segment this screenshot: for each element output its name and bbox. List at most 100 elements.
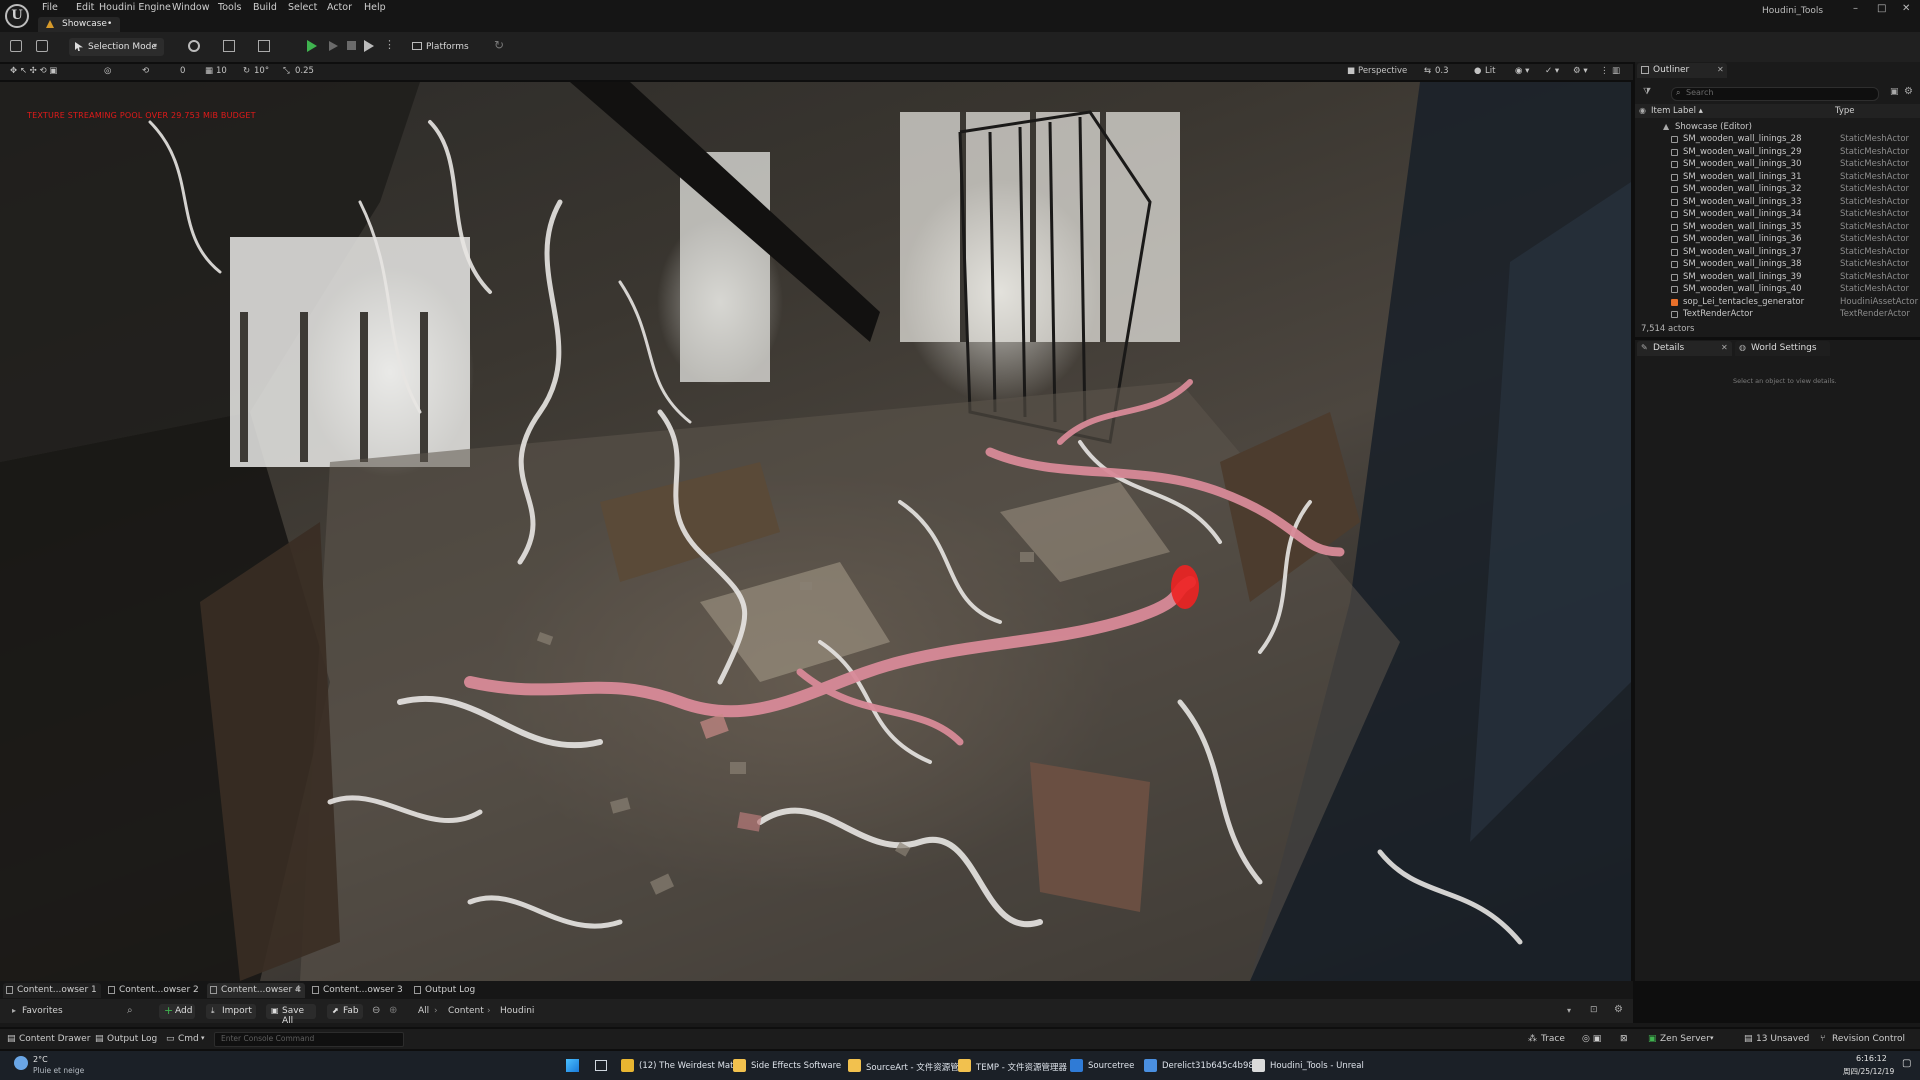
save-icon[interactable]	[10, 40, 22, 52]
taskbar-app-label[interactable]: TEMP - 文件资源管理器	[976, 1061, 1067, 1073]
zen-server-button[interactable]: Zen Server	[1660, 1034, 1710, 1044]
unsaved-button[interactable]: 13 Unsaved	[1756, 1034, 1809, 1044]
step-icon[interactable]	[329, 41, 338, 51]
taskbar-app-icon[interactable]	[733, 1059, 746, 1072]
menu-houdini-engine[interactable]: Houdini Engine	[99, 2, 171, 14]
add-folder-icon[interactable]: ▣	[1890, 87, 1899, 97]
add-actor-icon[interactable]	[188, 40, 200, 52]
realtime-icon[interactable]: ✓ ▾	[1545, 66, 1559, 76]
taskbar-app-icon[interactable]	[848, 1059, 861, 1072]
snap-rotation-value[interactable]: 0	[180, 66, 185, 76]
windows-start-icon[interactable]	[566, 1059, 579, 1072]
fab-button[interactable]: ⬈ Fab	[327, 1004, 363, 1019]
taskbar-app-icon[interactable]	[1144, 1059, 1157, 1072]
grid-snap-icon[interactable]: ▦	[205, 66, 213, 76]
menu-edit[interactable]: Edit	[76, 2, 94, 14]
content-browser-icon[interactable]	[36, 40, 48, 52]
gear-icon[interactable]: ⚙	[1614, 1004, 1623, 1015]
tab-output-log[interactable]: Output Log	[411, 983, 481, 998]
content-drawer-button[interactable]: Content Drawer	[19, 1034, 90, 1044]
output-log-button[interactable]: Output Log	[107, 1034, 157, 1044]
outliner-row[interactable]: SM_wooden_wall_linings_36 StaticMeshActor	[1635, 233, 1920, 246]
tab-content-browser-4[interactable]: Content...owser 4 ✕	[207, 983, 305, 998]
revision-control-button[interactable]: Revision Control	[1832, 1034, 1905, 1044]
transform-tools-icon[interactable]: ✥ ↖ ✣ ⟲ ▣	[10, 66, 57, 76]
outliner-row[interactable]: SM_wooden_wall_linings_32 StaticMeshActor	[1635, 183, 1920, 196]
outliner-search-input[interactable]: ⌕ Search	[1671, 87, 1879, 101]
grid-size-value[interactable]: 10	[216, 66, 227, 76]
play-icon[interactable]	[307, 40, 317, 52]
outliner-row[interactable]: SM_wooden_wall_linings_29 StaticMeshActor	[1635, 146, 1920, 159]
cinematics-icon[interactable]	[258, 40, 270, 52]
derived-data-icon[interactable]: ◎ ▣	[1582, 1034, 1601, 1044]
world-settings-tab[interactable]: ◍ World Settings	[1735, 341, 1830, 356]
snap-rotation-icon[interactable]: ⟲	[142, 66, 149, 76]
close-icon[interactable]: ✕	[1721, 343, 1728, 352]
taskbar-app-label[interactable]: Houdini_Tools - Unreal	[1270, 1061, 1364, 1071]
level-tab-showcase[interactable]: Showcase•	[38, 17, 120, 32]
maximize-button[interactable]: □	[1877, 3, 1886, 14]
taskbar-app-label[interactable]: SourceArt - 文件资源管	[866, 1061, 959, 1073]
outliner-row[interactable]: sop_Lei_tentacles_generator HoudiniAssetA…	[1635, 296, 1920, 309]
breadcrumb-content[interactable]: Content	[448, 1006, 484, 1016]
scale-snap-icon[interactable]: ⤡	[283, 66, 290, 76]
search-icon[interactable]: ⌕	[127, 1005, 133, 1016]
menu-file[interactable]: File	[42, 2, 58, 14]
menu-select[interactable]: Select	[288, 2, 317, 14]
source-control-status-icon[interactable]: ⊠	[1620, 1034, 1628, 1044]
eject-icon[interactable]	[364, 40, 374, 52]
cmd-dropdown[interactable]: Cmd	[178, 1034, 199, 1044]
outliner-row[interactable]: SM_wooden_wall_linings_37 StaticMeshActor	[1635, 246, 1920, 259]
outliner-row[interactable]: SM_wooden_wall_linings_34 StaticMeshActor	[1635, 208, 1920, 221]
outliner-row[interactable]: SM_wooden_wall_linings_30 StaticMeshActor	[1635, 158, 1920, 171]
taskbar-app-label[interactable]: Sourcetree	[1088, 1061, 1134, 1071]
stop-icon[interactable]	[347, 41, 356, 50]
menu-window[interactable]: Window	[172, 2, 209, 14]
selection-mode-dropdown[interactable]: Selection Mode ▾	[69, 38, 164, 56]
breadcrumb-houdini[interactable]: Houdini	[500, 1006, 534, 1016]
taskbar-app-label[interactable]: (12) The Weirdest Mate	[639, 1061, 739, 1071]
weather-icon[interactable]	[14, 1056, 28, 1070]
rotation-snap-icon[interactable]: ↻	[243, 66, 250, 76]
world-local-icon[interactable]: ◎	[104, 66, 111, 76]
play-options-icon[interactable]: ⋮	[384, 38, 395, 51]
taskbar-app-icon[interactable]	[1252, 1059, 1265, 1072]
menu-help[interactable]: Help	[364, 2, 386, 14]
taskbar-app-label[interactable]: Side Effects Software	[751, 1061, 841, 1071]
viewport-layout-icon[interactable]: ▥	[1612, 66, 1620, 76]
favorites-label[interactable]: Favorites	[22, 1006, 63, 1016]
outliner-row[interactable]: SM_wooden_wall_linings_38 StaticMeshActor	[1635, 258, 1920, 271]
lock-icon[interactable]: ⊡	[1590, 1005, 1598, 1015]
outliner-row[interactable]: SM_wooden_wall_linings_33 StaticMeshActor	[1635, 196, 1920, 209]
outliner-tab[interactable]: Outliner ✕	[1637, 63, 1727, 78]
visibility-icon[interactable]: ◉	[1639, 106, 1646, 115]
show-flags-icon[interactable]: ◉ ▾	[1515, 66, 1529, 76]
taskbar-app-icon[interactable]	[958, 1059, 971, 1072]
tab-content-browser-1[interactable]: Content...owser 1	[3, 983, 101, 998]
details-tab[interactable]: ✎ Details ✕	[1637, 341, 1732, 356]
outliner-row[interactable]: TextRenderActor TextRenderActor	[1635, 308, 1920, 321]
level-viewport[interactable]: TEXTURE STREAMING POOL OVER 29.753 MiB B…	[0, 82, 1631, 981]
close-button[interactable]: ✕	[1902, 3, 1910, 14]
filter-icon[interactable]: ⧩	[1643, 87, 1651, 97]
viewport-options-icon[interactable]: ⋮	[1600, 66, 1609, 76]
close-icon[interactable]: ✕	[1717, 65, 1724, 74]
import-button[interactable]: ⤓ Import	[206, 1004, 256, 1019]
viewport-settings-icon[interactable]: ⚙ ▾	[1573, 66, 1588, 76]
blueprint-icon[interactable]	[223, 40, 235, 52]
menu-build[interactable]: Build	[253, 2, 277, 14]
view-mode-dropdown[interactable]: Perspective	[1358, 66, 1407, 76]
expand-icon[interactable]: ▸	[12, 1006, 16, 1015]
outliner-row[interactable]: SM_wooden_wall_linings_40 StaticMeshActor	[1635, 283, 1920, 296]
trace-button[interactable]: Trace	[1541, 1034, 1565, 1044]
console-input[interactable]: Enter Console Command	[214, 1032, 404, 1047]
lighting-mode-dropdown[interactable]: Lit	[1485, 66, 1495, 76]
breadcrumb-all[interactable]: All	[418, 1006, 429, 1016]
platforms-dropdown[interactable]: Platforms	[410, 38, 474, 56]
column-type[interactable]: Type	[1835, 106, 1855, 116]
outliner-row[interactable]: SM_wooden_wall_linings_28 StaticMeshActor	[1635, 133, 1920, 146]
tab-content-browser-3[interactable]: Content...owser 3	[309, 983, 407, 998]
gear-icon[interactable]: ⚙	[1904, 86, 1913, 97]
tab-content-browser-2[interactable]: Content...owser 2	[105, 983, 203, 998]
history-forward-icon[interactable]: ⊕	[389, 1005, 397, 1016]
